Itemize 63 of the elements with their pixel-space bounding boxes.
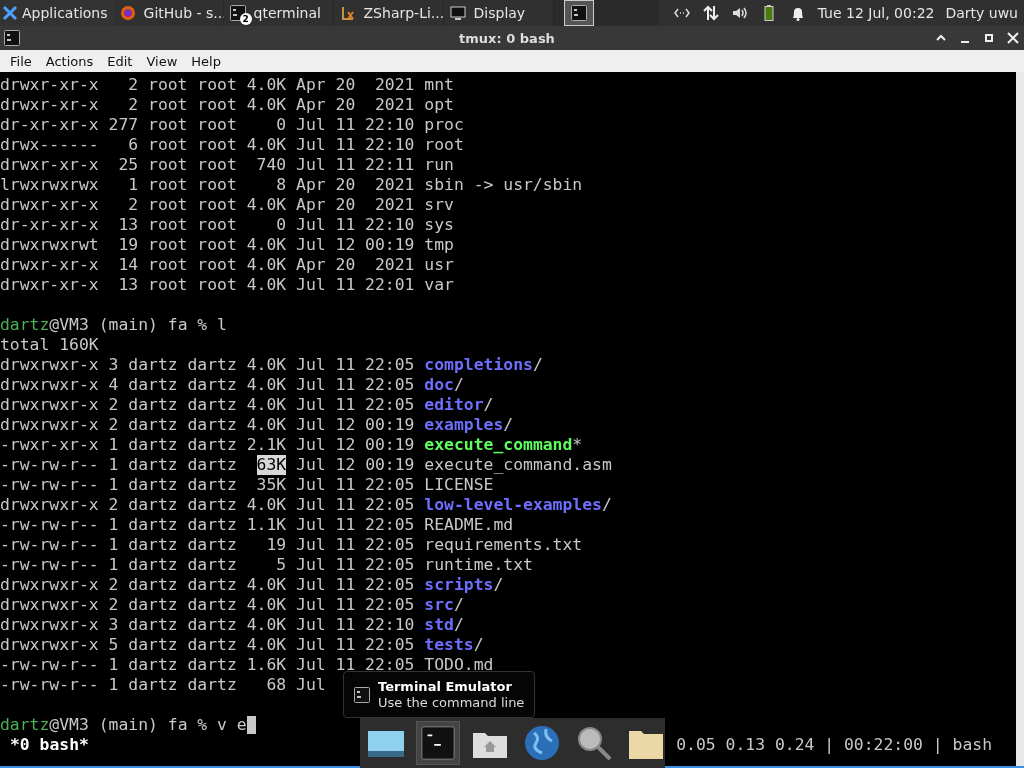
terminal-icon	[419, 723, 457, 763]
terminal-icon	[4, 30, 20, 46]
taskbar-button[interactable]: ZSharp-Li...	[333, 0, 444, 26]
text-cursor	[246, 716, 256, 734]
terminal-line: drwxrwxr-x 5 dartz dartz 4.0K Jul 11 22:05 tests/	[0, 635, 484, 655]
terminal-icon	[570, 5, 587, 21]
browser-icon	[119, 5, 136, 21]
tooltip-title: Terminal Emulator	[378, 678, 513, 695]
scrollbar[interactable]	[1016, 72, 1024, 766]
taskbar-button[interactable]: 2 qterminal	[223, 0, 334, 26]
menu-item[interactable]: File	[3, 53, 39, 69]
terminal-line: drwx------ 6 root root 4.0K Jul 11 22:10 root	[0, 135, 464, 155]
terminal-line: drwxrwxr-x 2 dartz dartz 4.0K Jul 11 22:05 scripts/	[0, 575, 504, 595]
menu-item[interactable]: Help	[184, 53, 228, 69]
menu-item[interactable]: View	[139, 53, 185, 69]
terminal-line: -rwxr-xr-x 1 dartz dartz 2.1K Jul 12 00:19 execute_command*	[0, 435, 583, 455]
terminal-line: -rw-rw-r-- 1 dartz dartz 63K Jul 12 00:19 execute_command.asm	[0, 455, 612, 475]
window-title: tmux: 0 bash	[458, 30, 556, 46]
terminal-line: -rw-rw-r-- 1 dartz dartz 19 Jul 11 22:05 requirements.txt	[0, 535, 583, 555]
terminal-line: drwxrwxr-x 2 dartz dartz 4.0K Jul 11 22:05 src/	[0, 595, 464, 615]
terminal-line: -rw-rw-r-- 1 dartz dartz 1.1K Jul 11 22:05 README.md	[0, 515, 514, 535]
terminal-line: drwxr-xr-x 2 root root 4.0K Apr 20 2021 opt	[0, 95, 454, 115]
x-logo-icon	[2, 5, 18, 21]
terminal-line: drwxrwxr-x 3 dartz dartz 4.0K Jul 11 22:05 completions/	[0, 355, 543, 375]
terminal-line: lrwxrwxrwx 1 root root 8 Apr 20 2021 sbin -> usr/sbin	[0, 175, 583, 195]
monitor-icon	[449, 5, 466, 21]
menu-item[interactable]: Actions	[38, 53, 101, 69]
terminal-line: drwxr-xr-x 25 root root 740 Jul 11 22:11 run	[0, 155, 454, 175]
document-icon	[339, 5, 356, 21]
terminal-line: drwxr-xr-x 13 root root 4.0K Jul 11 22:01 var	[0, 275, 454, 295]
terminal-line: dr-xr-xr-x 277 root root 0 Jul 11 22:10 proc	[0, 115, 464, 135]
terminal-line: drwxr-xr-x 2 root root 4.0K Apr 20 2021 mnt	[0, 75, 454, 95]
terminal-line: -rw-rw-r-- 1 dartz dartz 5 Jul 11 22:05 runtime.txt	[0, 555, 533, 575]
menu-item[interactable]: Edit	[100, 53, 140, 69]
user-name[interactable]: Darty uwu	[945, 5, 1018, 21]
maximize-icon[interactable]	[982, 31, 996, 45]
taskbar-button[interactable]: Display	[443, 0, 554, 26]
terminal-icon	[229, 5, 246, 21]
terminal-line: dartz@VM3 (main) fa % l	[0, 315, 227, 335]
transfer-icon[interactable]	[701, 4, 720, 22]
close-icon[interactable]	[1006, 31, 1020, 45]
terminal-icon	[354, 686, 370, 703]
terminal-line: drwxrwxr-x 3 dartz dartz 4.0K Jul 11 22:10 std/	[0, 615, 464, 635]
terminal-line: drwxrwxr-x 2 dartz dartz 4.0K Jul 11 22:05 low-level-examples/	[0, 495, 612, 515]
terminal-line: drwxrwxrwt 19 root root 4.0K Jul 12 00:19 tmp	[0, 235, 454, 255]
tmux-status: 0.05 0.13 0.24 | 00:22:00 | bash	[676, 735, 992, 755]
terminal-line: drwxr-xr-x 14 root root 4.0K Apr 20 2021 usr	[0, 255, 454, 275]
globe-icon	[522, 723, 562, 763]
terminal-line: dartz@VM3 (main) fa % v e	[0, 715, 256, 735]
tooltip-text: Use the command line	[378, 694, 525, 711]
terminal-line: -rw-rw-r-- 1 dartz dartz 1.6K Jul 11 22:05 TODO.md	[0, 655, 494, 675]
terminal-line: drwxrwxr-x 2 dartz dartz 4.0K Jul 11 22:05 editor/	[0, 395, 494, 415]
tmux-window-label: *0 bash*	[9, 735, 89, 755]
clock[interactable]: Tue 12 Jul, 00:22	[817, 5, 935, 21]
terminal-line: total 160K	[0, 335, 99, 355]
terminal-line: dr-xr-xr-x 13 root root 0 Jul 11 22:10 sys	[0, 215, 454, 235]
terminal-line: -rw-rw-r-- 1 dartz dartz 68 Jul	[0, 675, 326, 695]
terminal-line: drwxrwxr-x 4 dartz dartz 4.0K Jul 11 22:05 doc/	[0, 375, 464, 395]
applications-menu[interactable]: Applications	[0, 0, 114, 26]
terminal-line: -rw-rw-r-- 1 dartz dartz 35K Jul 11 22:05 LICENSE	[0, 475, 494, 495]
taskbar-button[interactable]	[563, 0, 594, 26]
terminal-line: drwxrwxr-x 2 dartz dartz 4.0K Jul 12 00:19 examples/	[0, 415, 514, 435]
terminal-line: drwxr-xr-x 2 root root 4.0K Apr 20 2021 srv	[0, 195, 454, 215]
